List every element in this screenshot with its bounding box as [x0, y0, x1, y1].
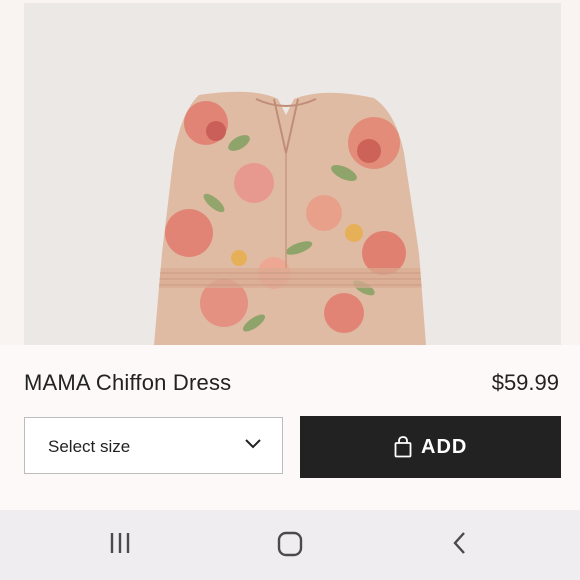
- dress-illustration: [24, 3, 561, 345]
- add-to-bag-button[interactable]: ADD: [300, 416, 561, 478]
- home-icon: [270, 530, 310, 558]
- product-title: MAMA Chiffon Dress: [24, 370, 232, 395]
- home-button[interactable]: [270, 530, 310, 560]
- product-image[interactable]: [24, 3, 561, 345]
- back-icon: [440, 530, 480, 556]
- shopping-bag-icon: [394, 436, 412, 463]
- size-select-label: Select size: [48, 437, 131, 456]
- product-screen: MAMA Chiffon Dress $59.99 Select size AD…: [0, 0, 580, 580]
- product-info-panel: MAMA Chiffon Dress $59.99 Select size AD…: [0, 345, 580, 510]
- product-price: $59.99: [491, 370, 559, 395]
- size-select[interactable]: Select size: [24, 417, 283, 474]
- recent-apps-icon: [100, 530, 140, 556]
- product-image-area: [0, 0, 580, 345]
- recent-apps-button[interactable]: [100, 530, 140, 560]
- add-button-label: ADD: [421, 436, 468, 458]
- system-navigation-bar: [0, 510, 580, 580]
- back-button[interactable]: [440, 530, 480, 560]
- chevron-down-icon: [244, 437, 262, 455]
